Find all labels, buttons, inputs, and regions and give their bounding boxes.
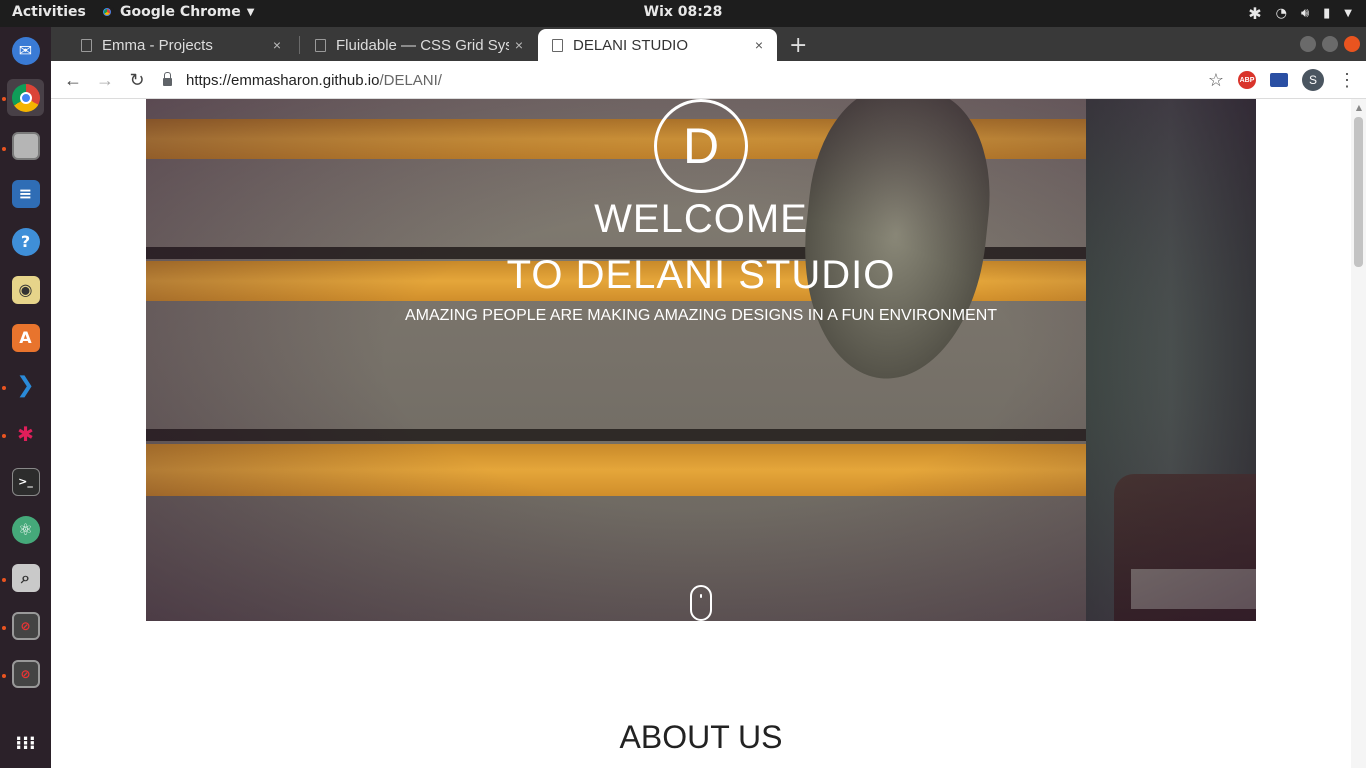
tab-separator	[299, 36, 300, 54]
page-icon	[315, 38, 326, 52]
window-controls	[1300, 36, 1360, 52]
tab-strip: Emma - Projects × Fluidable — CSS Grid S…	[51, 27, 1366, 61]
thunderbird-launcher[interactable]: ✉	[7, 32, 44, 69]
scroll-thumb[interactable]	[1354, 117, 1363, 267]
maximize-button[interactable]	[1322, 36, 1338, 52]
chrome-window: Emma - Projects × Fluidable — CSS Grid S…	[51, 27, 1366, 768]
software-launcher[interactable]: A	[7, 319, 44, 356]
close-tab-icon[interactable]: ×	[509, 37, 529, 53]
forward-arrow-icon[interactable]: →	[93, 68, 117, 92]
chrome-icon	[11, 83, 40, 112]
minimize-button[interactable]	[1300, 36, 1316, 52]
file-cabinet-icon	[11, 131, 40, 160]
bookmark-star-icon[interactable]: ☆	[1208, 70, 1224, 91]
tab-title: Emma - Projects	[102, 36, 213, 54]
help-icon: ?	[11, 227, 40, 256]
app-menu-label: Google Chrome	[120, 4, 241, 20]
tab-title: DELANI STUDIO	[573, 36, 689, 54]
reload-icon[interactable]: ↻	[125, 68, 149, 92]
tab-title: Fluidable — CSS Grid Syst	[336, 36, 509, 54]
back-arrow-icon[interactable]: ←	[61, 68, 85, 92]
running-indicator	[2, 386, 6, 390]
page-icon	[81, 38, 92, 52]
browser-toolbar: ← → ↻ https://emmasharon.github.io/DELAN…	[51, 61, 1366, 99]
tab-delani-studio[interactable]: DELANI STUDIO ×	[538, 29, 777, 61]
new-tab-button[interactable]: +	[789, 33, 807, 58]
volume-icon[interactable]: 🔊︎	[1301, 6, 1309, 21]
shopping-bag-icon: A	[11, 323, 40, 352]
url-path: /DELANI/	[379, 71, 442, 89]
tab-fluidable[interactable]: Fluidable — CSS Grid Syst ×	[301, 29, 537, 61]
page-icon	[552, 38, 563, 52]
logo: D	[654, 99, 748, 193]
close-window-button[interactable]	[1344, 36, 1360, 52]
activities-button[interactable]: Activities	[12, 4, 86, 20]
extension-icon[interactable]	[1270, 73, 1288, 87]
show-applications-button[interactable]: ⁝⁝⁝	[7, 725, 44, 762]
mail-icon: ✉	[11, 36, 40, 65]
slack-launcher[interactable]: ✱	[7, 415, 44, 452]
adblock-plus-icon[interactable]: ABP	[1238, 71, 1256, 89]
app-menu[interactable]: Google Chrome ▼	[100, 4, 254, 20]
window-icon: ⊘	[11, 659, 40, 688]
running-indicator	[2, 434, 6, 438]
about-us-heading: ABOUT US	[619, 719, 783, 755]
scroll-up-arrow-icon[interactable]: ▲	[1356, 103, 1362, 112]
document-icon: ≡	[11, 179, 40, 208]
atom-icon: ⚛	[11, 515, 40, 544]
dock: ✉ ≡ ? ◉ A ❯ ✱ >_ ⚛ ⌕ ⊘ ⊘ ⁝⁝⁝	[0, 27, 51, 768]
scroll-mouse-icon[interactable]	[690, 585, 712, 621]
running-indicator	[2, 97, 6, 101]
desktop: Activities Google Chrome ▼ Wix 08:28 ✱ ◔…	[0, 0, 1366, 768]
hero-heading-studio: TO DELANI STUDIO	[506, 253, 896, 297]
vscode-launcher[interactable]: ❯	[7, 367, 44, 404]
lock-icon[interactable]	[163, 72, 172, 86]
battery-icon[interactable]: ▮	[1323, 6, 1330, 21]
writer-launcher[interactable]: ≡	[7, 175, 44, 212]
vscode-icon: ❯	[16, 373, 35, 398]
page-scrollbar[interactable]: ▲	[1351, 99, 1366, 768]
chrome-small-icon	[100, 5, 114, 19]
speaker-icon: ◉	[11, 275, 40, 304]
hero-tagline: AMAZING PEOPLE ARE MAKING AMAZING DESIGN…	[404, 307, 998, 324]
screenshot-launcher[interactable]: ⌕	[7, 559, 44, 596]
menu-kebab-icon[interactable]: ⋮	[1338, 70, 1356, 91]
atom-launcher[interactable]: ⚛	[7, 511, 44, 548]
hero-banner: D WELCOME TO DELANI STUDIO AMAZING PEOPL…	[146, 99, 1256, 621]
system-top-bar: Activities Google Chrome ▼ Wix 08:28 ✱ ◔…	[0, 0, 1366, 27]
running-indicator	[2, 626, 6, 630]
slack-tray-icon[interactable]: ✱	[1248, 4, 1261, 23]
terminal-launcher[interactable]: >_	[7, 463, 44, 500]
running-indicator	[2, 578, 6, 582]
magnifier-icon: ⌕	[11, 563, 40, 592]
running-indicator	[2, 147, 6, 151]
profile-avatar[interactable]: S	[1302, 69, 1324, 91]
terminal-icon: >_	[11, 467, 40, 496]
app-launcher-2[interactable]: ⊘	[7, 655, 44, 692]
running-indicator	[2, 674, 6, 678]
files-launcher[interactable]	[7, 127, 44, 164]
url-host: https://emmasharon.github.io	[186, 71, 380, 89]
toolbar-actions: ☆ ABP S ⋮	[1208, 69, 1356, 91]
window-icon: ⊘	[11, 611, 40, 640]
address-bar[interactable]: https://emmasharon.github.io/DELANI/	[163, 67, 1223, 93]
hero-heading-welcome: WELCOME	[594, 197, 808, 241]
app-launcher-1[interactable]: ⊘	[7, 607, 44, 644]
grid-icon: ⁝⁝⁝	[15, 733, 36, 754]
chevron-down-icon: ▼	[246, 6, 255, 18]
help-launcher[interactable]: ?	[7, 223, 44, 260]
chrome-launcher[interactable]	[7, 79, 44, 116]
slack-icon: ✱	[17, 421, 34, 446]
rhythmbox-launcher[interactable]: ◉	[7, 271, 44, 308]
chevron-down-icon[interactable]: ▼	[1344, 8, 1352, 19]
system-tray[interactable]: ✱ ◔ 🔊︎ ▮ ▼	[1248, 4, 1352, 23]
close-tab-icon[interactable]: ×	[267, 37, 287, 53]
page-viewport: D WELCOME TO DELANI STUDIO AMAZING PEOPL…	[51, 99, 1366, 768]
tab-emma-projects[interactable]: Emma - Projects ×	[67, 29, 295, 61]
wifi-icon[interactable]: ◔	[1276, 6, 1287, 21]
close-tab-icon[interactable]: ×	[749, 37, 769, 53]
